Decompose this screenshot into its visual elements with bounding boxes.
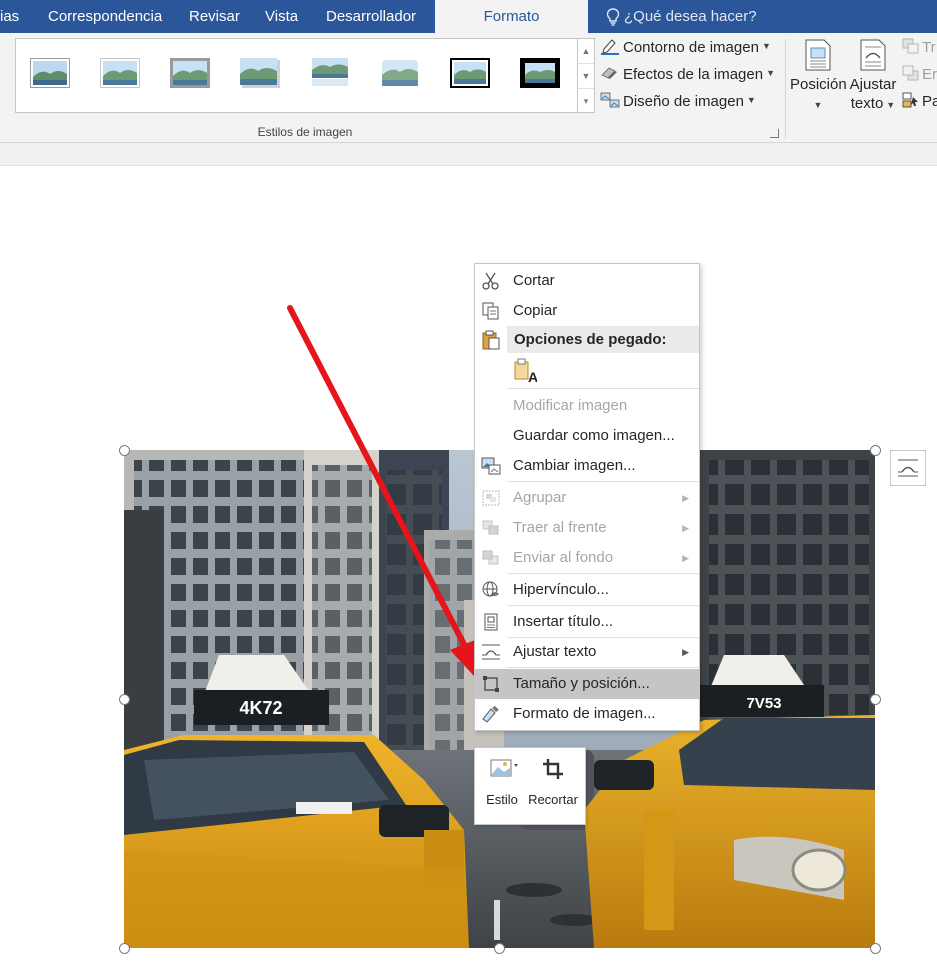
left-taxi-roof-plate: 4K72 — [239, 698, 282, 718]
paste-options-header: Opciones de pegado: — [507, 326, 699, 353]
effects-icon — [600, 64, 620, 82]
picture-style-icon — [490, 759, 518, 777]
change-picture-icon — [481, 457, 501, 475]
gallery-up-icon[interactable]: ▲ — [578, 39, 594, 64]
resize-handle-top-left[interactable] — [119, 445, 130, 456]
style-thumb-white-border[interactable] — [100, 58, 140, 88]
menu-item-hyperlink[interactable]: Hipervínculo... — [475, 575, 699, 605]
copy-icon — [482, 302, 499, 320]
layout-options-icon — [898, 459, 918, 477]
mini-style-button[interactable]: Estilo — [483, 758, 521, 807]
tab-review[interactable]: Revisar — [189, 0, 240, 33]
group-separator — [785, 39, 786, 139]
tell-me-box[interactable]: ¿Qué desea hacer? — [606, 0, 757, 33]
dialog-launcher-icon[interactable] — [770, 129, 779, 138]
scissors-icon — [482, 272, 499, 290]
menu-item-format-picture[interactable]: Formato de imagen... — [475, 699, 699, 729]
resize-handle-bottom-left[interactable] — [119, 943, 130, 954]
mini-toolbar: Estilo Recortar — [474, 747, 586, 825]
tab-references[interactable]: ias — [0, 0, 19, 33]
ribbon-tab-bar: ias Correspondencia Revisar Vista Desarr… — [0, 0, 937, 33]
bring-forward-icon — [902, 38, 920, 54]
style-thumb-simple-frame[interactable] — [30, 58, 70, 88]
menu-item-size-and-position[interactable]: Tamaño y posición... — [475, 669, 699, 699]
resize-handle-middle-right[interactable] — [870, 694, 881, 705]
format-picture-icon — [482, 706, 499, 723]
gallery-down-icon[interactable]: ▼ — [578, 64, 594, 89]
paste-clipboard-icon — [482, 330, 500, 350]
tab-view[interactable]: Vista — [265, 0, 298, 33]
bring-to-front-icon — [482, 520, 499, 535]
hyperlink-globe-icon — [482, 581, 499, 597]
menu-item-save-as-image[interactable]: Guardar como imagen... — [475, 421, 699, 451]
menu-item-cut[interactable]: Cortar — [475, 266, 699, 296]
selection-pane-button[interactable]: Pa — [902, 91, 937, 113]
menu-item-edit-image[interactable]: Modificar imagen — [475, 391, 699, 421]
style-thumb-black-double-frame[interactable] — [450, 58, 490, 88]
picture-styles-group-label: Estilos de imagen — [257, 125, 353, 139]
insert-caption-icon — [484, 613, 498, 631]
wrap-text-icon — [482, 644, 500, 660]
position-icon — [805, 39, 831, 71]
paste-keep-text-only-button[interactable]: A — [513, 358, 538, 385]
tab-format[interactable]: Formato — [435, 0, 588, 33]
picture-border-button[interactable]: Contorno de imagen ▼ — [600, 37, 771, 59]
resize-handle-top-right[interactable] — [870, 445, 881, 456]
size-position-icon — [483, 676, 499, 692]
lightbulb-icon — [606, 8, 620, 26]
resize-handle-bottom-middle[interactable] — [494, 943, 505, 954]
style-thumb-reflected[interactable] — [310, 58, 350, 88]
resize-handle-middle-left[interactable] — [119, 694, 130, 705]
menu-item-wrap-text[interactable]: Ajustar texto ▶ — [475, 637, 699, 667]
send-to-back-icon — [482, 550, 499, 565]
tab-developer[interactable]: Desarrollador — [326, 0, 416, 33]
menu-item-bring-to-front[interactable]: Traer al frente ▶ — [475, 513, 699, 543]
menu-item-change-image[interactable]: Cambiar imagen... — [475, 451, 699, 481]
menu-item-insert-caption[interactable]: Insertar título... — [475, 607, 699, 637]
right-taxi-roof-plate: 7V53 — [746, 695, 781, 712]
tell-me-text: ¿Qué desea hacer? — [624, 8, 757, 25]
style-thumb-metal-frame[interactable] — [170, 58, 210, 88]
pen-border-icon — [600, 37, 620, 56]
ribbon: ▲ ▼ ▾ Estilos de imagen Contorno de imag… — [0, 33, 937, 143]
picture-effects-button[interactable]: Efectos de la imagen ▼ — [600, 64, 775, 86]
wrap-text-button[interactable]: Ajustar texto ▼ — [846, 39, 900, 115]
menu-item-send-to-back[interactable]: Enviar al fondo ▶ — [475, 543, 699, 573]
layout-options-button[interactable] — [890, 450, 926, 486]
resize-handle-bottom-right[interactable] — [870, 943, 881, 954]
style-thumb-thick-black-frame[interactable] — [520, 58, 560, 88]
tab-mailings[interactable]: Correspondencia — [48, 0, 162, 33]
style-thumb-soft-edge[interactable] — [380, 58, 420, 88]
send-backward-icon — [902, 65, 920, 81]
crop-icon — [543, 759, 563, 779]
picture-styles-gallery — [15, 38, 578, 113]
style-thumb-drop-shadow[interactable] — [240, 58, 280, 88]
context-menu: Cortar Copiar Opciones de pegado: A Modi… — [474, 263, 700, 731]
send-backward-button[interactable]: Er — [902, 64, 937, 86]
picture-layout-button[interactable]: Diseño de imagen ▼ — [600, 91, 756, 113]
position-button[interactable]: Posición ▼ — [790, 39, 847, 115]
paste-text-icon: A — [514, 358, 538, 385]
bring-forward-button[interactable]: Tr — [902, 37, 936, 59]
picture-layout-icon — [600, 91, 620, 109]
gallery-scrollbar[interactable]: ▲ ▼ ▾ — [578, 38, 595, 113]
group-icon — [482, 490, 500, 506]
gallery-more-icon[interactable]: ▾ — [578, 89, 594, 114]
svg-text:A: A — [528, 369, 537, 384]
mini-crop-button[interactable]: Recortar — [527, 758, 579, 807]
menu-item-group[interactable]: Agrupar ▶ — [475, 483, 699, 513]
menu-item-copy[interactable]: Copiar — [475, 296, 699, 326]
wrap-text-icon — [860, 39, 886, 71]
selection-pane-icon — [902, 92, 920, 108]
ruler-strip — [0, 143, 937, 166]
